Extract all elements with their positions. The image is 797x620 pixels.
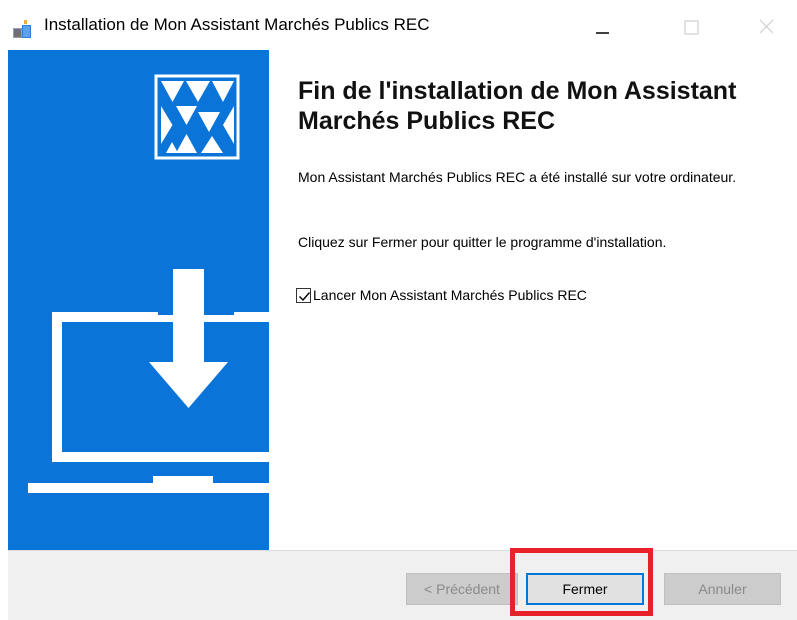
launch-checkbox-label[interactable]: Lancer Mon Assistant Marchés Publics REC <box>313 287 587 303</box>
page-heading: Fin de l'installation de Mon Assistant M… <box>298 77 737 135</box>
laptop-download-icon <box>28 269 269 493</box>
previous-button[interactable]: < Précédent <box>406 573 518 605</box>
minimize-icon <box>596 32 609 34</box>
launch-checkbox[interactable] <box>296 287 311 303</box>
instructions-message: Cliquez sur Fermer pour quitter le progr… <box>298 234 667 250</box>
launch-checkbox-row[interactable]: Lancer Mon Assistant Marchés Publics REC <box>296 285 587 305</box>
close-installer-button[interactable]: Fermer <box>526 573 644 605</box>
title-bar[interactable]: Installation de Mon Assistant Marchés Pu… <box>0 0 797 50</box>
minimize-button[interactable] <box>583 8 633 46</box>
installer-icon <box>12 18 34 40</box>
triangle-mosaic-logo <box>154 74 240 160</box>
checkmark-icon <box>299 291 311 301</box>
maximize-button[interactable] <box>667 8 717 46</box>
cancel-button[interactable]: Annuler <box>664 573 781 605</box>
close-window-button[interactable] <box>740 8 790 46</box>
installed-message: Mon Assistant Marchés Publics REC a été … <box>298 169 737 185</box>
maximize-icon <box>684 20 699 35</box>
window-title: Installation de Mon Assistant Marchés Pu… <box>44 15 430 34</box>
button-bar: < Précédent Fermer Annuler <box>8 550 797 620</box>
installer-banner <box>8 50 269 550</box>
close-icon <box>759 19 774 34</box>
content-panel: Fin de l'installation de Mon Assistant M… <box>269 50 797 550</box>
